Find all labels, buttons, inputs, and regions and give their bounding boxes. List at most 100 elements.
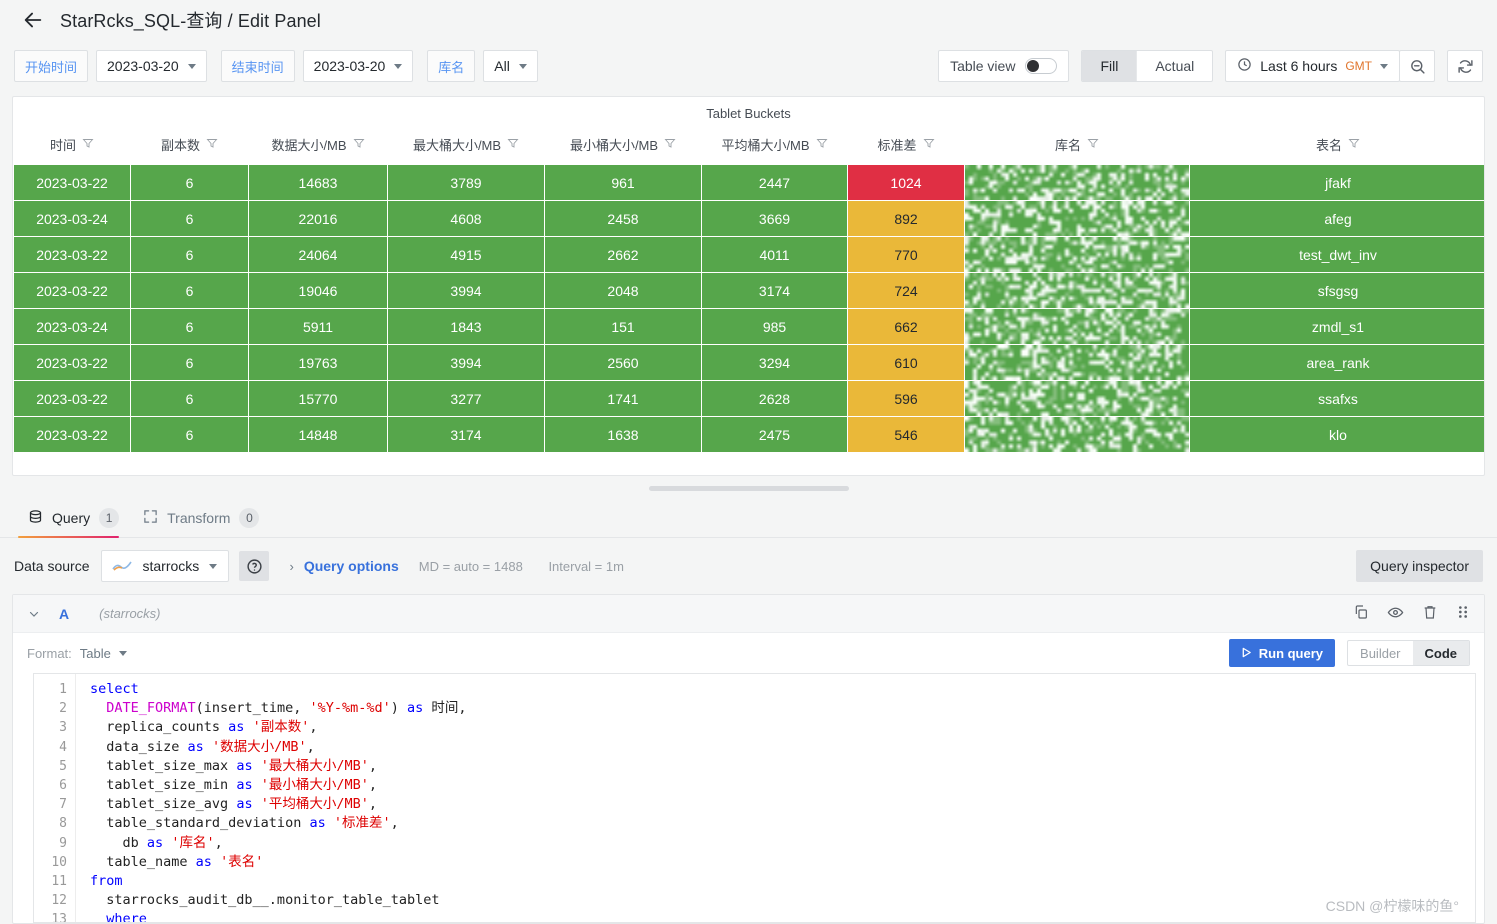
variable-db-name: 库名 All [427,50,538,82]
table-cell: 1741 [545,381,702,417]
table-row[interactable]: 2023-03-22619046399420483174724sfsgsg [14,273,1485,309]
arrow-left-icon[interactable] [18,5,48,35]
variable-label-start-time: 开始时间 [14,50,88,82]
table-cell: 2662 [545,237,702,273]
run-query-button[interactable]: Run query [1229,639,1335,667]
tab-transform-label: Transform [167,510,230,526]
panel-toolbar: 开始时间 2023-03-20 结束时间 2023-03-20 库名 All T… [0,40,1497,92]
table-row[interactable]: 2023-03-24622016460824583669892afeg [14,201,1485,237]
time-range-picker[interactable]: Last 6 hours GMT [1225,50,1400,82]
help-circle-icon[interactable] [239,551,269,581]
table-row[interactable]: 2023-03-22619763399425603294610area_rank [14,345,1485,381]
table-row[interactable]: 2023-03-22614683378996124471024jfakf [14,165,1485,201]
table-view-toggle[interactable]: Table view [938,50,1069,82]
table-cell: 2023-03-22 [14,273,131,309]
variable-value-text-start-time: 2023-03-20 [107,58,179,74]
table-cell: 6 [131,309,249,345]
filter-icon[interactable] [1087,137,1099,152]
mosaic-blur-icon [965,309,1189,344]
table-cell: 2023-03-22 [14,417,131,453]
filter-icon[interactable] [507,137,519,152]
table-cell: 19046 [249,273,388,309]
variable-value-text-db-name: All [494,58,510,74]
column-header-3[interactable]: 最大桶大小/MB [388,129,545,165]
copy-icon[interactable] [1353,604,1369,623]
column-header-6[interactable]: 标准差 [848,129,965,165]
filter-icon[interactable] [206,137,218,152]
table-cell: 3294 [702,345,848,381]
database-icon [28,509,43,527]
table-cell-redacted [965,345,1190,381]
timezone-text: GMT [1345,59,1372,73]
refresh-icon[interactable] [1447,50,1483,82]
filter-icon[interactable] [353,137,365,152]
code-content[interactable]: select DATE_FORMAT(insert_time, '%Y-%m-%… [76,674,1475,922]
actual-option[interactable]: Actual [1136,51,1212,81]
column-header-7[interactable]: 库名 [965,129,1190,165]
query-options-expander[interactable]: › Query options [289,558,398,574]
query-meta-md: MD = auto = 1488 [419,559,523,574]
column-header-8[interactable]: 表名 [1190,129,1485,165]
query-options-label: Query options [304,558,399,574]
code-option[interactable]: Code [1413,641,1470,665]
table-cell: 14848 [249,417,388,453]
query-ref-id[interactable]: A [59,606,69,622]
table-row[interactable]: 2023-03-22614848317416382475546klo [14,417,1485,453]
drag-handle-icon[interactable] [1456,604,1470,623]
mosaic-blur-icon [965,381,1189,416]
tab-query[interactable]: Query 1 [18,508,133,537]
table-cell-redacted [965,417,1190,453]
tab-transform[interactable]: Transform 0 [133,508,273,537]
table-cell-redacted [965,201,1190,237]
table-row[interactable]: 2023-03-22615770327717412628596ssafxs [14,381,1485,417]
trash-icon[interactable] [1422,604,1438,623]
table-cell: 770 [848,237,965,273]
column-header-label: 数据大小/MB [271,135,346,154]
variable-label-end-time: 结束时间 [221,50,295,82]
chevron-down-icon[interactable] [23,608,45,620]
page-title: StarRcks_SQL-查询 / Edit Panel [60,7,321,33]
column-header-0[interactable]: 时间 [14,129,131,165]
chevron-down-icon [394,64,402,69]
variable-value-db-name[interactable]: All [483,50,538,82]
table-cell: area_rank [1190,345,1485,381]
variable-value-end-time[interactable]: 2023-03-20 [303,50,414,82]
column-header-4[interactable]: 最小桶大小/MB [545,129,702,165]
code-line: table_name as '表名' [90,853,1475,872]
sql-code-editor[interactable]: 12345678910111213 select DATE_FORMAT(ins… [33,673,1476,923]
format-select[interactable]: Format: Table [27,646,127,661]
filter-icon[interactable] [816,137,828,152]
table-cell: jfakf [1190,165,1485,201]
table-cell: 1638 [545,417,702,453]
table-row[interactable]: 2023-03-22624064491526624011770test_dwt_… [14,237,1485,273]
column-header-1[interactable]: 副本数 [131,129,249,165]
table-cell: 151 [545,309,702,345]
data-source-picker[interactable]: starrocks [101,550,229,582]
eye-icon[interactable] [1387,604,1404,624]
table-cell: 3994 [388,345,545,381]
table-cell: 2628 [702,381,848,417]
table-view-label: Table view [950,58,1015,74]
zoom-out-icon[interactable] [1399,50,1435,82]
filter-icon[interactable] [1348,137,1360,152]
query-inspector-button[interactable]: Query inspector [1356,550,1483,582]
data-table: 时间副本数 数据大小/MB 最大桶大小/MB最小桶大小/MB平均桶大小/MB标准差库… [13,129,1484,453]
table-row[interactable]: 2023-03-24659111843151985662zmdl_s1 [14,309,1485,345]
column-header-2[interactable]: 数据大小/MB [249,129,388,165]
starrocks-logo-icon [112,559,132,573]
table-cell: 3789 [388,165,545,201]
code-line: select [90,680,1475,699]
query-editor-card: A (starrocks) Format: Table [12,594,1485,924]
panel-resize-handle[interactable] [0,476,1497,500]
code-line: replica_counts as '副本数', [90,718,1475,737]
table-scroll-container[interactable]: 时间副本数 数据大小/MB 最大桶大小/MB最小桶大小/MB平均桶大小/MB标准差库… [13,129,1484,475]
column-header-5[interactable]: 平均桶大小/MB [702,129,848,165]
fill-option[interactable]: Fill [1082,51,1136,81]
code-line: where [90,910,1475,922]
fill-actual-segmented: Fill Actual [1081,50,1213,82]
variable-value-start-time[interactable]: 2023-03-20 [96,50,207,82]
filter-icon[interactable] [82,137,94,152]
filter-icon[interactable] [923,137,935,152]
filter-icon[interactable] [664,137,676,152]
builder-option[interactable]: Builder [1348,641,1412,665]
